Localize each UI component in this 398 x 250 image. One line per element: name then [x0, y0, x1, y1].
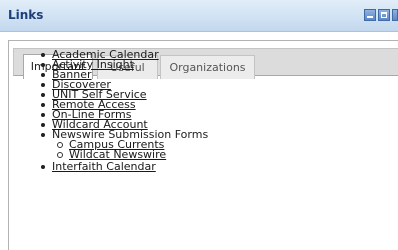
links-list: Academic Calendar Activity Insight Banne… [40, 49, 208, 173]
newswire-sublist: Campus Currents Wildcat Newswire [52, 139, 208, 160]
minimize-icon[interactable] [364, 9, 376, 21]
window-controls [364, 9, 398, 23]
portlet-titlebar: Links [0, 0, 398, 32]
sublist-container: Campus Currents Wildcat Newswire [52, 139, 208, 160]
link-interfaith-calendar[interactable]: Interfaith Calendar [52, 160, 156, 173]
sub-list-item: Wildcat Newswire [52, 149, 208, 160]
portlet-title: Links [8, 8, 44, 22]
maximize-icon[interactable] [378, 9, 390, 21]
close-icon[interactable] [392, 9, 398, 21]
list-item: Interfaith Calendar [40, 160, 208, 173]
